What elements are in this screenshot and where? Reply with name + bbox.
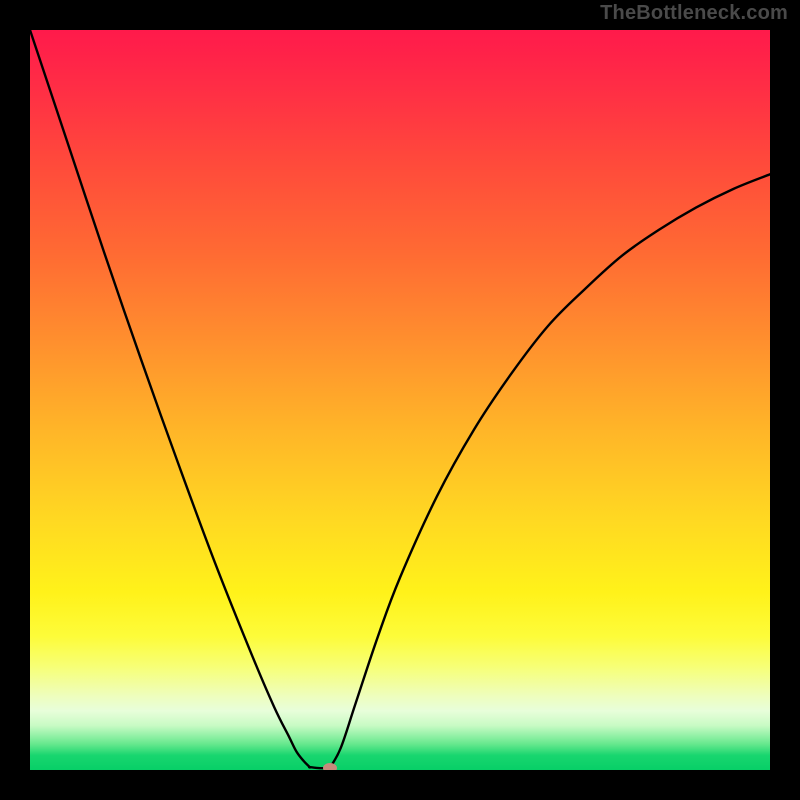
chart-stage: TheBottleneck.com — [0, 0, 800, 800]
watermark-text: TheBottleneck.com — [600, 2, 788, 25]
plot-area — [30, 30, 770, 770]
bottleneck-curve — [30, 30, 770, 770]
optimum-marker — [323, 763, 337, 770]
curve-svg — [30, 30, 770, 770]
